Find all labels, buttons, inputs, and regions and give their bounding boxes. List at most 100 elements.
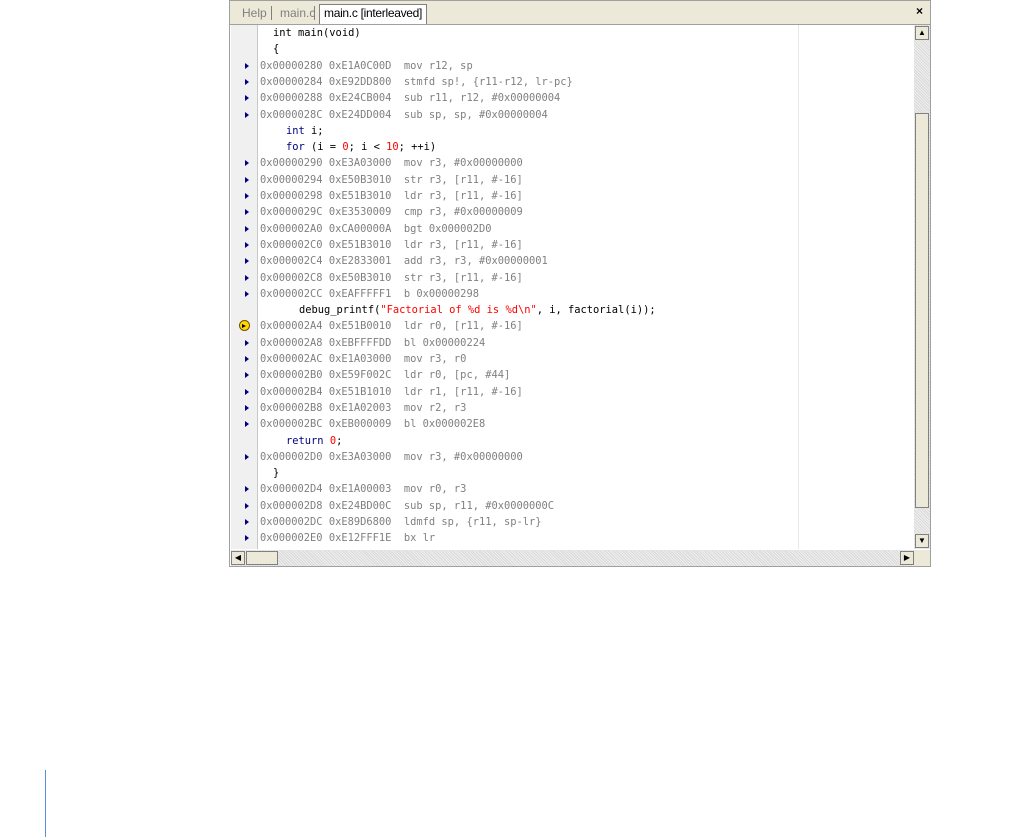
source-line[interactable]: int i; xyxy=(286,123,324,139)
disassembly-line[interactable]: 0x00000294 0xE50B3010 str r3, [r11, #-16… xyxy=(260,172,523,188)
step-arrow-icon[interactable] xyxy=(231,221,257,237)
step-arrow-icon[interactable] xyxy=(231,188,257,204)
source-line[interactable]: int main(void) xyxy=(273,25,361,41)
breakpoint-gutter[interactable] xyxy=(231,25,258,549)
tab-bar: Help main.c main.c [interleaved] × xyxy=(230,1,930,25)
code-token: (i = xyxy=(304,141,343,154)
disassembly-line[interactable]: 0x000002C8 0xE50B3010 str r3, [r11, #-16… xyxy=(260,270,523,286)
step-arrow-icon[interactable] xyxy=(231,384,257,400)
step-arrow-icon xyxy=(245,404,249,411)
vertical-scrollbar[interactable]: ▲ ▼ xyxy=(914,25,930,549)
source-line[interactable]: } xyxy=(273,465,279,481)
step-arrow-icon[interactable] xyxy=(231,270,257,286)
disassembly-line[interactable]: 0x00000288 0xE24CB004 sub r11, r12, #0x0… xyxy=(260,90,560,106)
string-token: "Factorial of %d is %d\n" xyxy=(380,304,537,317)
step-arrow-icon[interactable] xyxy=(231,58,257,74)
step-arrow-icon xyxy=(245,95,249,102)
step-arrow-icon[interactable] xyxy=(231,286,257,302)
disassembly-line[interactable]: 0x00000280 0xE1A0C00D mov r12, sp xyxy=(260,58,473,74)
step-arrow-icon[interactable] xyxy=(231,237,257,253)
step-arrow-icon[interactable] xyxy=(231,172,257,188)
step-arrow-icon xyxy=(245,453,249,460)
tab-main-c-interleaved[interactable]: main.c [interleaved] xyxy=(319,4,428,24)
step-arrow-icon[interactable] xyxy=(231,416,257,432)
step-arrow-icon xyxy=(245,372,249,379)
disassembly-line[interactable]: 0x000002B4 0xE51B1010 ldr r1, [r11, #-16… xyxy=(260,384,523,400)
disassembly-line[interactable]: 0x000002C0 0xE51B3010 ldr r3, [r11, #-16… xyxy=(260,237,523,253)
step-arrow-icon[interactable] xyxy=(231,351,257,367)
step-arrow-icon xyxy=(245,519,249,525)
scroll-down-button[interactable]: ▼ xyxy=(915,534,929,548)
interleaved-editor-window: Help main.c main.c [interleaved] × int m… xyxy=(229,0,931,567)
step-arrow-icon xyxy=(245,176,249,183)
disassembly-line[interactable]: 0x000002C4 0xE2833001 add r3, r3, #0x000… xyxy=(260,253,548,269)
step-arrow-icon xyxy=(245,160,249,167)
disassembly-line[interactable]: 0x00000284 0xE92DD800 stmfd sp!, {r11-r1… xyxy=(260,74,573,90)
step-arrow-icon[interactable] xyxy=(231,74,257,90)
disassembly-line[interactable]: 0x000002B0 0xE59F002C ldr r0, [pc, #44] xyxy=(260,367,510,383)
edge-line xyxy=(45,770,46,837)
step-arrow-icon[interactable] xyxy=(231,204,257,220)
disassembly-line[interactable]: 0x000002BC 0xEB000009 bl 0x000002E8 xyxy=(260,416,485,432)
disassembly-line[interactable]: 0x000002A4 0xE51B0010 ldr r0, [r11, #-16… xyxy=(260,318,523,334)
step-arrow-icon[interactable] xyxy=(231,253,257,269)
step-arrow-icon[interactable] xyxy=(231,90,257,106)
scroll-left-button[interactable]: ◀ xyxy=(231,551,245,565)
disassembly-line[interactable]: 0x00000290 0xE3A03000 mov r3, #0x0000000… xyxy=(260,155,523,171)
step-arrow-icon[interactable] xyxy=(231,155,257,171)
tab-separator xyxy=(314,6,315,20)
step-arrow-icon xyxy=(245,290,249,297)
horizontal-scroll-thumb[interactable] xyxy=(246,551,278,565)
current-pc-icon[interactable] xyxy=(231,318,257,334)
scroll-up-button[interactable]: ▲ xyxy=(915,26,929,40)
disassembly-line[interactable]: 0x000002D8 0xE24BD00C sub sp, r11, #0x00… xyxy=(260,498,554,514)
disassembly-line[interactable]: 0x000002A0 0xCA00000A bgt 0x000002D0 xyxy=(260,221,491,237)
disassembly-line[interactable]: 0x000002D0 0xE3A03000 mov r3, #0x0000000… xyxy=(260,449,523,465)
scrollbar-corner xyxy=(914,550,930,566)
close-icon[interactable]: × xyxy=(916,4,923,18)
tab-main-c[interactable]: main.c xyxy=(280,5,315,23)
step-arrow-icon xyxy=(245,274,249,281)
step-arrow-icon xyxy=(245,388,249,395)
vertical-scroll-thumb[interactable] xyxy=(915,113,929,508)
step-arrow-icon xyxy=(245,535,249,542)
step-arrow-icon xyxy=(245,421,249,428)
disassembly-line[interactable]: 0x000002CC 0xEAFFFFF1 b 0x00000298 xyxy=(260,286,479,302)
scroll-right-button[interactable]: ▶ xyxy=(900,551,914,565)
disassembly-line[interactable]: 0x0000029C 0xE3530009 cmp r3, #0x0000000… xyxy=(260,204,523,220)
disassembly-line[interactable]: 0x00000298 0xE51B3010 ldr r3, [r11, #-16… xyxy=(260,188,523,204)
keyword-token: int xyxy=(286,124,305,137)
source-line[interactable]: return 0; xyxy=(286,433,342,449)
step-arrow-icon xyxy=(245,209,249,216)
step-arrow-icon[interactable] xyxy=(231,400,257,416)
disassembly-line[interactable]: 0x000002B8 0xE1A02003 mov r2, r3 xyxy=(260,400,466,416)
step-arrow-icon[interactable] xyxy=(231,481,257,497)
disassembly-line[interactable]: 0x0000028C 0xE24DD004 sub sp, sp, #0x000… xyxy=(260,107,548,123)
horizontal-scrollbar[interactable]: ◀ ▶ xyxy=(231,550,914,566)
code-token: debug_printf( xyxy=(299,304,381,317)
step-arrow-icon xyxy=(245,356,249,362)
code-view[interactable]: int main(void) {0x00000280 0xE1A0C00D mov… xyxy=(259,25,914,549)
code-token: ; xyxy=(336,434,343,447)
source-line[interactable]: for (i = 0; i < 10; ++i) xyxy=(286,139,436,155)
step-arrow-icon[interactable] xyxy=(231,367,257,383)
step-arrow-icon[interactable] xyxy=(231,107,257,123)
step-arrow-icon xyxy=(245,258,249,265)
step-arrow-icon xyxy=(245,193,249,199)
step-arrow-icon[interactable] xyxy=(231,530,257,546)
disassembly-line[interactable]: 0x000002A8 0xEBFFFFDD bl 0x00000224 xyxy=(260,335,485,351)
source-line[interactable]: { xyxy=(273,41,279,57)
step-arrow-icon xyxy=(245,502,249,509)
disassembly-line[interactable]: 0x000002DC 0xE89D6800 ldmfd sp, {r11, sp… xyxy=(260,514,542,530)
step-arrow-icon[interactable] xyxy=(231,514,257,530)
step-arrow-icon[interactable] xyxy=(231,498,257,514)
disassembly-line[interactable]: 0x000002E0 0xE12FFF1E bx lr xyxy=(260,530,435,546)
step-arrow-icon xyxy=(245,486,249,493)
code-token: ; i < xyxy=(348,141,387,154)
disassembly-line[interactable]: 0x000002D4 0xE1A00003 mov r0, r3 xyxy=(260,481,466,497)
source-line[interactable]: debug_printf("Factorial of %d is %d\n", … xyxy=(299,302,656,318)
step-arrow-icon[interactable] xyxy=(231,335,257,351)
tab-help[interactable]: Help xyxy=(242,5,267,23)
step-arrow-icon[interactable] xyxy=(231,449,257,465)
disassembly-line[interactable]: 0x000002AC 0xE1A03000 mov r3, r0 xyxy=(260,351,466,367)
